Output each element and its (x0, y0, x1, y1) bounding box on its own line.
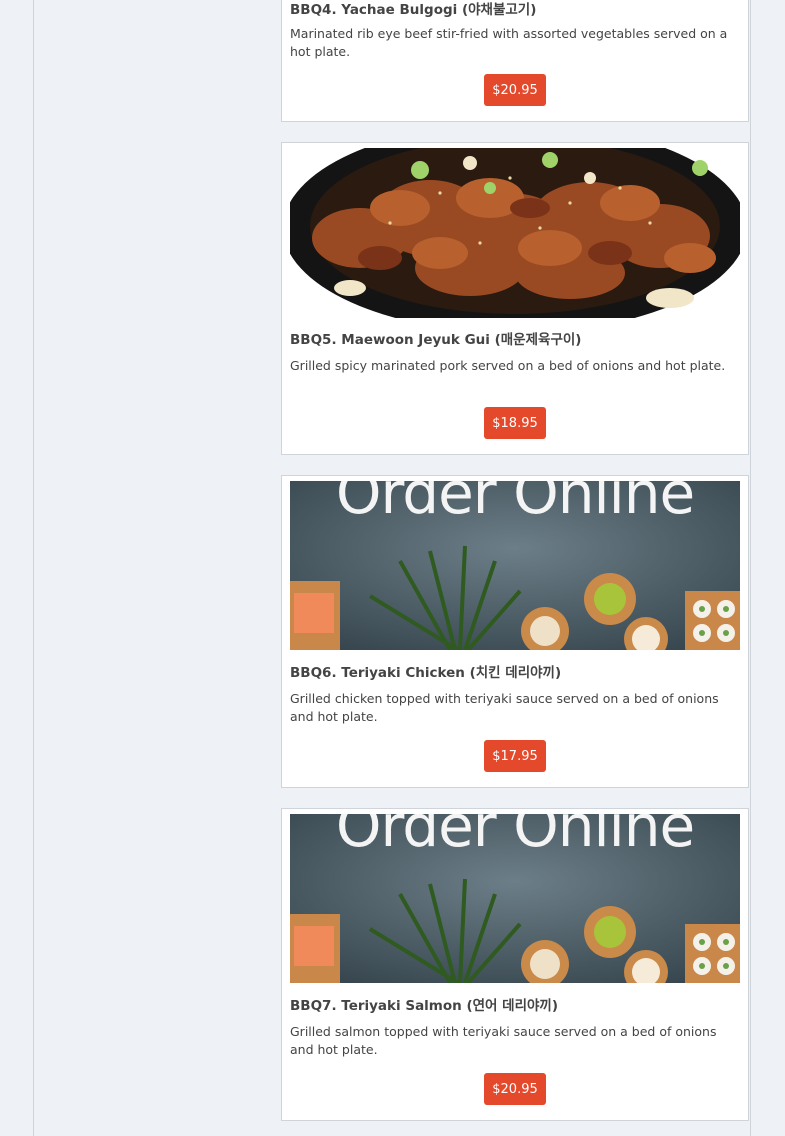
order-online-overlay-text: Order Online (335, 481, 695, 527)
add-to-cart-price-button[interactable]: $18.95 (484, 407, 546, 439)
add-to-cart-price-button[interactable]: $20.95 (484, 74, 546, 106)
menu-item-description: Grilled salmon topped with teriyaki sauc… (290, 1024, 717, 1057)
menu-item-title: BBQ4. Yachae Bulgogi (야채불고기) (290, 2, 537, 18)
menu-item-card[interactable]: BBQ4. Yachae Bulgogi (야채불고기) Marinated r… (281, 0, 749, 122)
spicy-pork-photo (290, 148, 740, 318)
menu-item-description: Grilled chicken topped with teriyaki sau… (290, 691, 719, 724)
menu-item-card[interactable]: Order Online BBQ6. Teriyaki Chicken (치킨 … (281, 475, 749, 788)
menu-item-description: Grilled spicy marinated pork served on a… (290, 358, 726, 373)
left-gutter (0, 0, 34, 1136)
add-to-cart-price-button[interactable]: $20.95 (484, 1073, 546, 1105)
menu-item-title: BBQ6. Teriyaki Chicken (치킨 데리야끼) (290, 665, 562, 681)
add-to-cart-price-button[interactable]: $17.95 (484, 740, 546, 772)
menu-item-description: Marinated rib eye beef stir-fried with a… (290, 26, 728, 59)
order-online-placeholder-image: Order Online (290, 481, 740, 650)
menu-item-title: BBQ5. Maewoon Jeyuk Gui (매운제육구이) (290, 332, 582, 348)
menu-item-card[interactable]: Order Online BBQ7. Teriyaki Salmon (연어 데… (281, 808, 749, 1121)
menu-item-card[interactable]: BBQ5. Maewoon Jeyuk Gui (매운제육구이) Grilled… (281, 142, 749, 455)
menu-item-title: BBQ7. Teriyaki Salmon (연어 데리야끼) (290, 998, 559, 1014)
order-online-overlay-text: Order Online (335, 814, 695, 860)
order-online-placeholder-image: Order Online (290, 814, 740, 983)
